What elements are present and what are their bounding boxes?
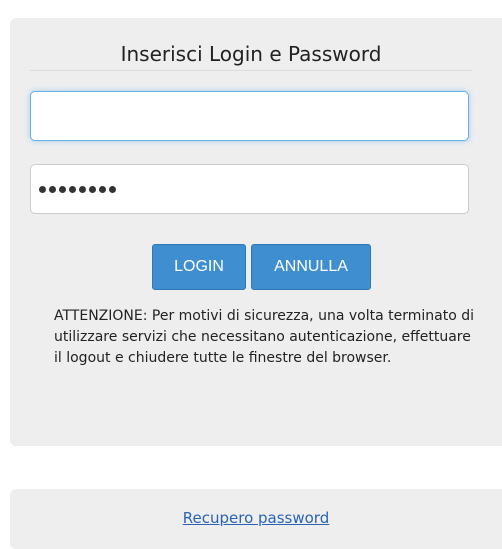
cancel-button[interactable]: ANNULLA — [251, 244, 371, 290]
recover-container: Recupero password — [10, 508, 502, 528]
password-mask — [39, 183, 116, 197]
login-title: Inserisci Login e Password — [120, 42, 382, 66]
login-button[interactable]: LOGIN — [152, 244, 246, 290]
security-warning: ATTENZIONE: Per motivi di sicurezza, una… — [54, 308, 474, 366]
recover-password-link[interactable]: Recupero password — [183, 509, 329, 527]
username-input[interactable] — [30, 91, 469, 141]
title-divider — [30, 70, 472, 71]
login-panel — [10, 18, 502, 446]
